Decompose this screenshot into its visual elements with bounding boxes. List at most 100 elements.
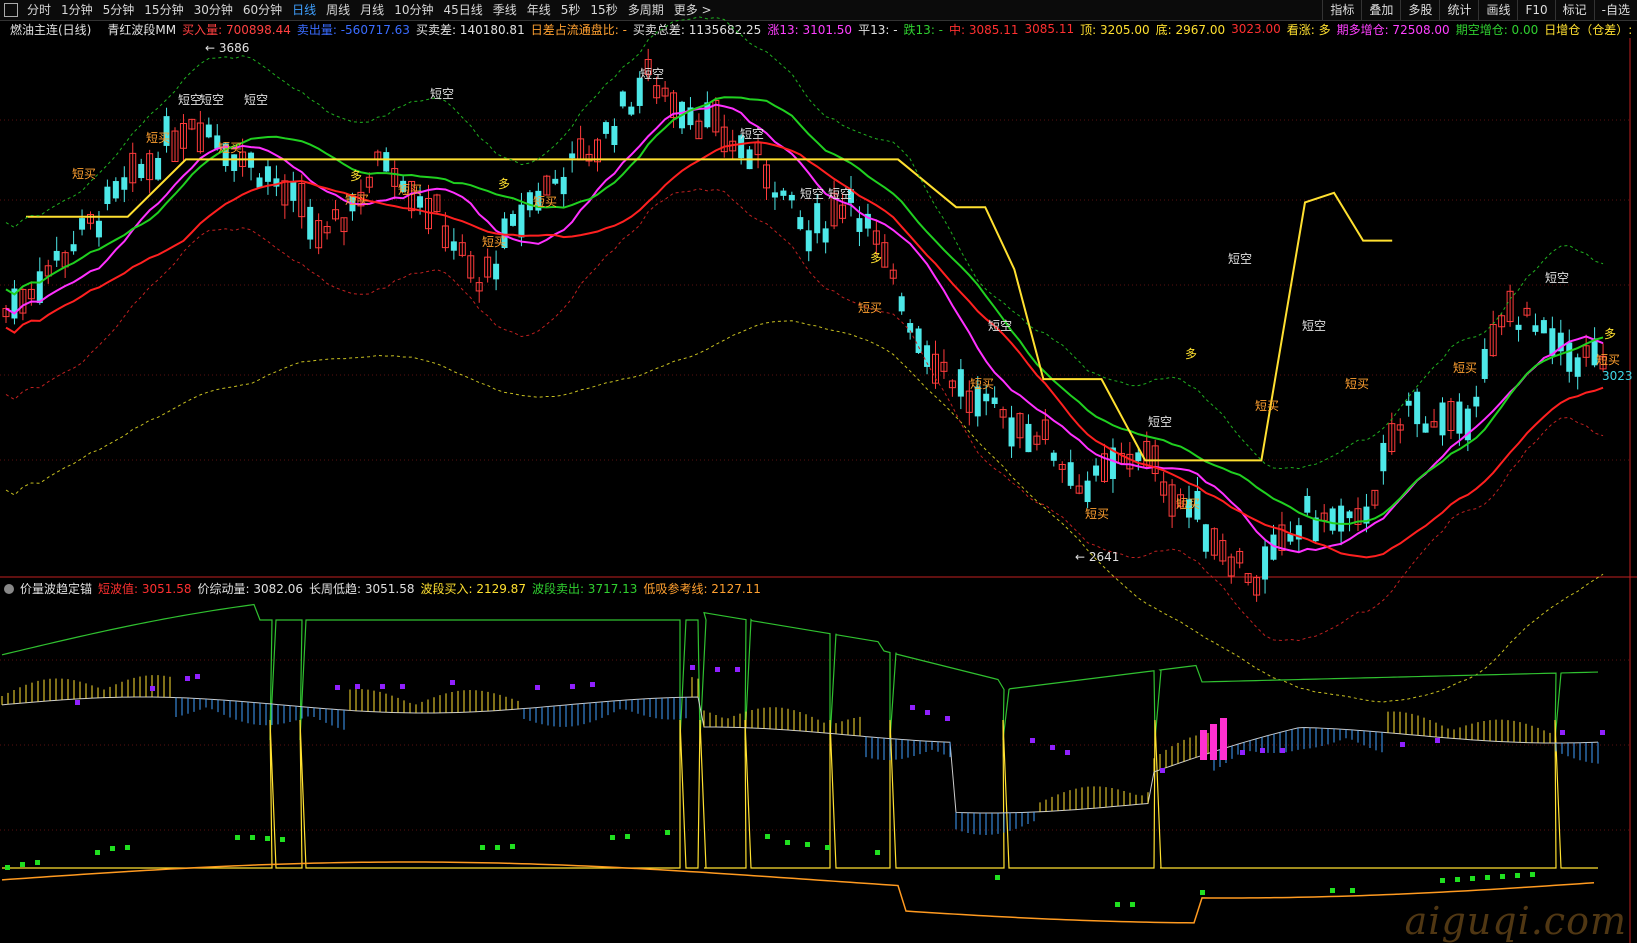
band-buy-line xyxy=(2,719,1598,869)
signal-label-short-buy: 短买 xyxy=(1255,399,1279,413)
candle-body xyxy=(450,241,457,251)
green-dot xyxy=(1455,877,1460,882)
signal-label-short-sell: 短空 xyxy=(800,187,824,201)
watermark-logo: aiguqi.com xyxy=(1404,899,1627,943)
ma-magenta-line xyxy=(5,103,1604,554)
signal-label-long: 多 xyxy=(1185,347,1197,361)
candle-body xyxy=(771,192,778,198)
signal-label-short-sell: 短空 xyxy=(200,93,224,107)
candle-body xyxy=(256,177,263,188)
purple-dot xyxy=(570,684,575,689)
purple-dot xyxy=(590,682,595,687)
purple-dot xyxy=(380,684,385,689)
green-dot xyxy=(805,842,810,847)
green-dot xyxy=(1350,888,1355,893)
green-dot xyxy=(875,850,880,855)
signal-label-long: 多 xyxy=(1604,327,1616,341)
ma-red-line xyxy=(5,141,1604,559)
candle-body xyxy=(121,177,128,190)
green-dot xyxy=(510,844,515,849)
signal-label-short-sell: 短空 xyxy=(1148,415,1172,429)
kline-chart[interactable]: ← 3686← 26413023短空短空 短空 短空短空短空短空 短空短空短空短空短空… xyxy=(0,0,1637,943)
candle-body xyxy=(1422,423,1429,433)
signal-label-short-buy: 短买 xyxy=(218,141,242,155)
candle-body xyxy=(307,206,314,240)
candle-body xyxy=(974,386,981,417)
candle-body xyxy=(104,186,111,205)
purple-dot xyxy=(1435,738,1440,743)
green-dot xyxy=(1485,875,1490,880)
candle-body xyxy=(805,230,812,252)
purple-dot xyxy=(195,674,200,679)
red-dashed-line xyxy=(5,188,1604,642)
green-dot xyxy=(1515,873,1520,878)
candle-body xyxy=(628,106,635,115)
purple-dot xyxy=(400,684,405,689)
candle-body xyxy=(36,271,43,304)
green-dot xyxy=(280,837,285,842)
candle-body xyxy=(383,152,390,172)
signal-label-short-buy: 短买 xyxy=(72,167,96,181)
signal-label-short-buy: 短买 xyxy=(1176,497,1200,511)
candle-body xyxy=(1456,401,1463,434)
purple-dot xyxy=(1030,738,1035,743)
green-dot xyxy=(785,840,790,845)
green-dot xyxy=(665,830,670,835)
signal-label-short-buy: 短买 xyxy=(1085,507,1109,521)
candle-body xyxy=(898,296,905,312)
candle-body xyxy=(797,217,804,230)
purple-dot xyxy=(1400,742,1405,747)
candle-body xyxy=(822,228,829,243)
candle-body xyxy=(636,77,643,106)
candle-body xyxy=(552,178,559,184)
candle-body xyxy=(602,122,609,134)
green-dashed-line xyxy=(5,16,1604,470)
signal-label-short-sell: 短空 xyxy=(244,93,268,107)
signal-label-short-buy: 短买 xyxy=(1596,353,1620,367)
signal-label-short-sell: 短空 xyxy=(740,127,764,141)
candle-body xyxy=(1093,465,1100,476)
signal-label-short-sell: 短空 xyxy=(178,93,202,107)
signal-label-short-sell: 短空 xyxy=(828,187,852,201)
signal-label-short-buy: 短买 xyxy=(970,377,994,391)
candle-body xyxy=(70,244,77,252)
candle-body xyxy=(1008,417,1015,447)
purple-dot xyxy=(1240,750,1245,755)
green-dot xyxy=(995,875,1000,880)
green-dot xyxy=(1440,878,1445,883)
candle-body xyxy=(780,190,787,196)
candle-body xyxy=(1329,508,1336,531)
green-dot xyxy=(265,836,270,841)
candle-body xyxy=(264,166,271,182)
candle-body xyxy=(205,124,212,138)
candle-body xyxy=(1050,452,1057,461)
candle-body xyxy=(611,125,618,146)
volume-bar xyxy=(1220,718,1227,760)
purple-dot xyxy=(450,680,455,685)
candle-body xyxy=(1067,462,1074,486)
candle-body xyxy=(1414,391,1421,425)
candle-body xyxy=(1262,546,1269,580)
purple-dot xyxy=(1280,748,1285,753)
candle-body xyxy=(1481,348,1488,379)
signal-label-long: 多 xyxy=(350,169,362,183)
green-dot xyxy=(235,835,240,840)
signal-label-short-sell: 短空 xyxy=(1302,319,1326,333)
candle-body xyxy=(518,204,525,238)
candle-body xyxy=(1439,402,1446,436)
candle-body xyxy=(1084,480,1091,503)
green-dot xyxy=(35,860,40,865)
green-dot xyxy=(5,865,10,870)
green-dot xyxy=(95,850,100,855)
candle-body xyxy=(417,196,424,208)
purple-dot xyxy=(945,716,950,721)
green-dot xyxy=(625,834,630,839)
green-dot xyxy=(495,845,500,850)
low-suck-line xyxy=(1,861,1595,924)
signal-label-long: 多 xyxy=(498,177,510,191)
upper-step-line xyxy=(26,158,1393,462)
candle-body xyxy=(1515,324,1522,330)
green-dot xyxy=(1330,888,1335,893)
green-dot xyxy=(480,845,485,850)
candle-body xyxy=(788,194,795,201)
